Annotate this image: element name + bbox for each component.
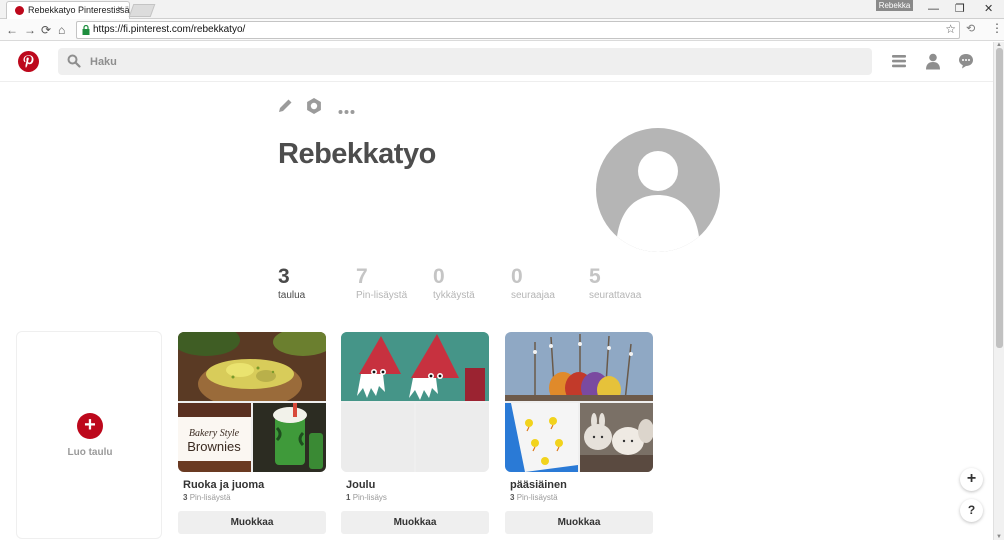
pin-count-value: 3 <box>183 493 188 502</box>
board-cover[interactable]: Bakery Style Brownies <box>178 332 326 472</box>
create-board-label: Luo taulu <box>67 447 113 458</box>
board-cover[interactable] <box>341 332 489 472</box>
pin-count-label: Pin-lisäys <box>352 493 387 502</box>
browser-toolbar: ← → ⟳ ⌂ https://fi.pinterest.com/rebekka… <box>0 19 1004 41</box>
forward-icon[interactable]: → <box>24 22 36 38</box>
stat-label: Pin-lisäystä <box>356 290 408 301</box>
scroll-down-icon[interactable]: ▼ <box>996 534 1002 540</box>
default-avatar-icon <box>616 151 700 252</box>
stat-value: 0 <box>511 265 523 288</box>
board-title[interactable]: Joulu <box>346 479 489 491</box>
add-pin-button[interactable]: + <box>960 468 983 491</box>
tab-title: Rebekkatyo Pinterestissä <box>28 5 130 15</box>
board-title[interactable]: pääsiäinen <box>510 479 653 491</box>
board-cover[interactable] <box>505 332 653 472</box>
pinterest-favicon-icon <box>15 6 24 15</box>
page-scrollbar[interactable]: ▲ ▼ <box>993 42 1004 540</box>
stat-label: seurattavaa <box>589 290 642 301</box>
search-input[interactable] <box>90 53 690 70</box>
empty-cover-slot <box>416 403 489 472</box>
lock-icon <box>82 25 90 35</box>
edit-board-button[interactable]: Muokkaa <box>178 511 326 534</box>
browser-menu-icon[interactable]: ⋮ <box>991 21 1003 35</box>
stat-followers[interactable]: 0 seuraajaa <box>511 265 555 301</box>
back-icon[interactable]: ← <box>6 22 18 38</box>
edit-pencil-icon[interactable] <box>277 97 294 119</box>
board-card-ruoka-ja-juoma[interactable]: Bakery Style Brownies Ruoka ja juoma 3 P… <box>178 332 326 534</box>
search-icon <box>67 54 81 68</box>
stat-likes[interactable]: 0 tykkäystä <box>433 265 475 301</box>
edit-board-button[interactable]: Muokkaa <box>505 511 653 534</box>
brownies-script-text: Bakery Style <box>189 428 240 439</box>
profile-avatar[interactable] <box>596 128 720 252</box>
avocado-toast-image <box>178 332 326 401</box>
brownies-title-text: Brownies <box>187 439 241 454</box>
home-icon[interactable]: ⌂ <box>58 22 65 38</box>
more-dots-icon[interactable] <box>338 102 355 120</box>
stat-value: 3 <box>278 265 290 288</box>
pinterest-header <box>0 42 993 82</box>
stat-pins[interactable]: 7 Pin-lisäystä <box>356 265 407 301</box>
browser-user-badge[interactable]: Rebekka <box>876 0 913 11</box>
board-card-paasiainen[interactable]: pääsiäinen 3 Pin-lisäystä Muokkaa <box>505 332 653 534</box>
green-shake-image <box>253 403 326 472</box>
restore-icon[interactable]: ❐ <box>955 2 965 16</box>
browser-tab[interactable]: Rebekkatyo Pinterestissä × <box>6 1 130 19</box>
menu-icon[interactable] <box>891 53 907 69</box>
stat-value: 0 <box>433 265 445 288</box>
easter-chicks-image <box>505 403 578 472</box>
empty-cover-slot <box>341 403 414 472</box>
scroll-thumb[interactable] <box>996 48 1003 348</box>
stat-value: 5 <box>589 265 601 288</box>
pin-count-label: Pin-lisäystä <box>189 493 231 502</box>
address-bar[interactable]: https://fi.pinterest.com/rebekkatyo/ ☆ <box>76 21 960 39</box>
board-pin-count: 3 Pin-lisäystä <box>510 493 653 502</box>
reload-icon[interactable]: ⟳ <box>41 22 51 38</box>
board-title[interactable]: Ruoka ja juoma <box>183 479 326 491</box>
pin-count-value: 1 <box>346 493 351 502</box>
window-close-icon[interactable]: ✕ <box>984 2 993 16</box>
stat-label: seuraajaa <box>511 290 555 301</box>
search-bar[interactable] <box>58 48 872 75</box>
brownies-image: Bakery Style Brownies <box>178 403 251 472</box>
help-button[interactable]: ? <box>960 499 983 522</box>
easter-eggs-branches-image <box>505 332 653 401</box>
settings-gear-icon[interactable] <box>305 97 323 120</box>
new-tab-button[interactable] <box>128 4 156 17</box>
stat-label: taulua <box>278 290 306 301</box>
browser-tab-strip: Rebekkatyo Pinterestissä × Rebekka — ❐ ✕ <box>0 0 1004 19</box>
minimize-icon[interactable]: — <box>928 2 939 16</box>
profile-name: Rebekkatyo <box>278 138 436 170</box>
stat-value: 7 <box>356 265 368 288</box>
edit-board-button[interactable]: Muokkaa <box>341 511 489 534</box>
plus-icon: + <box>77 413 103 439</box>
create-board-card[interactable]: + Luo taulu <box>16 331 162 539</box>
pin-count-value: 3 <box>510 493 515 502</box>
messages-icon[interactable] <box>958 53 974 69</box>
stat-label: tykkäystä <box>433 290 475 301</box>
stat-following[interactable]: 5 seurattavaa <box>589 265 641 301</box>
stat-boards[interactable]: 3 taulua <box>278 265 305 301</box>
pinterest-p-icon <box>23 55 34 68</box>
tab-close-icon[interactable]: × <box>117 4 123 15</box>
board-card-joulu[interactable]: Joulu 1 Pin-lisäys Muokkaa <box>341 332 489 534</box>
extension-icon[interactable]: ⟲ <box>966 22 975 35</box>
url-text: https://fi.pinterest.com/rebekkatyo/ <box>93 24 246 35</box>
santa-handprint-craft-image <box>341 332 489 401</box>
board-pin-count: 3 Pin-lisäystä <box>183 493 326 502</box>
pinterest-logo[interactable] <box>18 51 39 72</box>
profile-icon[interactable] <box>925 53 941 70</box>
easter-bunnies-image <box>580 403 653 472</box>
bookmark-star-icon[interactable]: ☆ <box>945 22 956 36</box>
pin-count-label: Pin-lisäystä <box>516 493 558 502</box>
board-pin-count: 1 Pin-lisäys <box>346 493 489 502</box>
